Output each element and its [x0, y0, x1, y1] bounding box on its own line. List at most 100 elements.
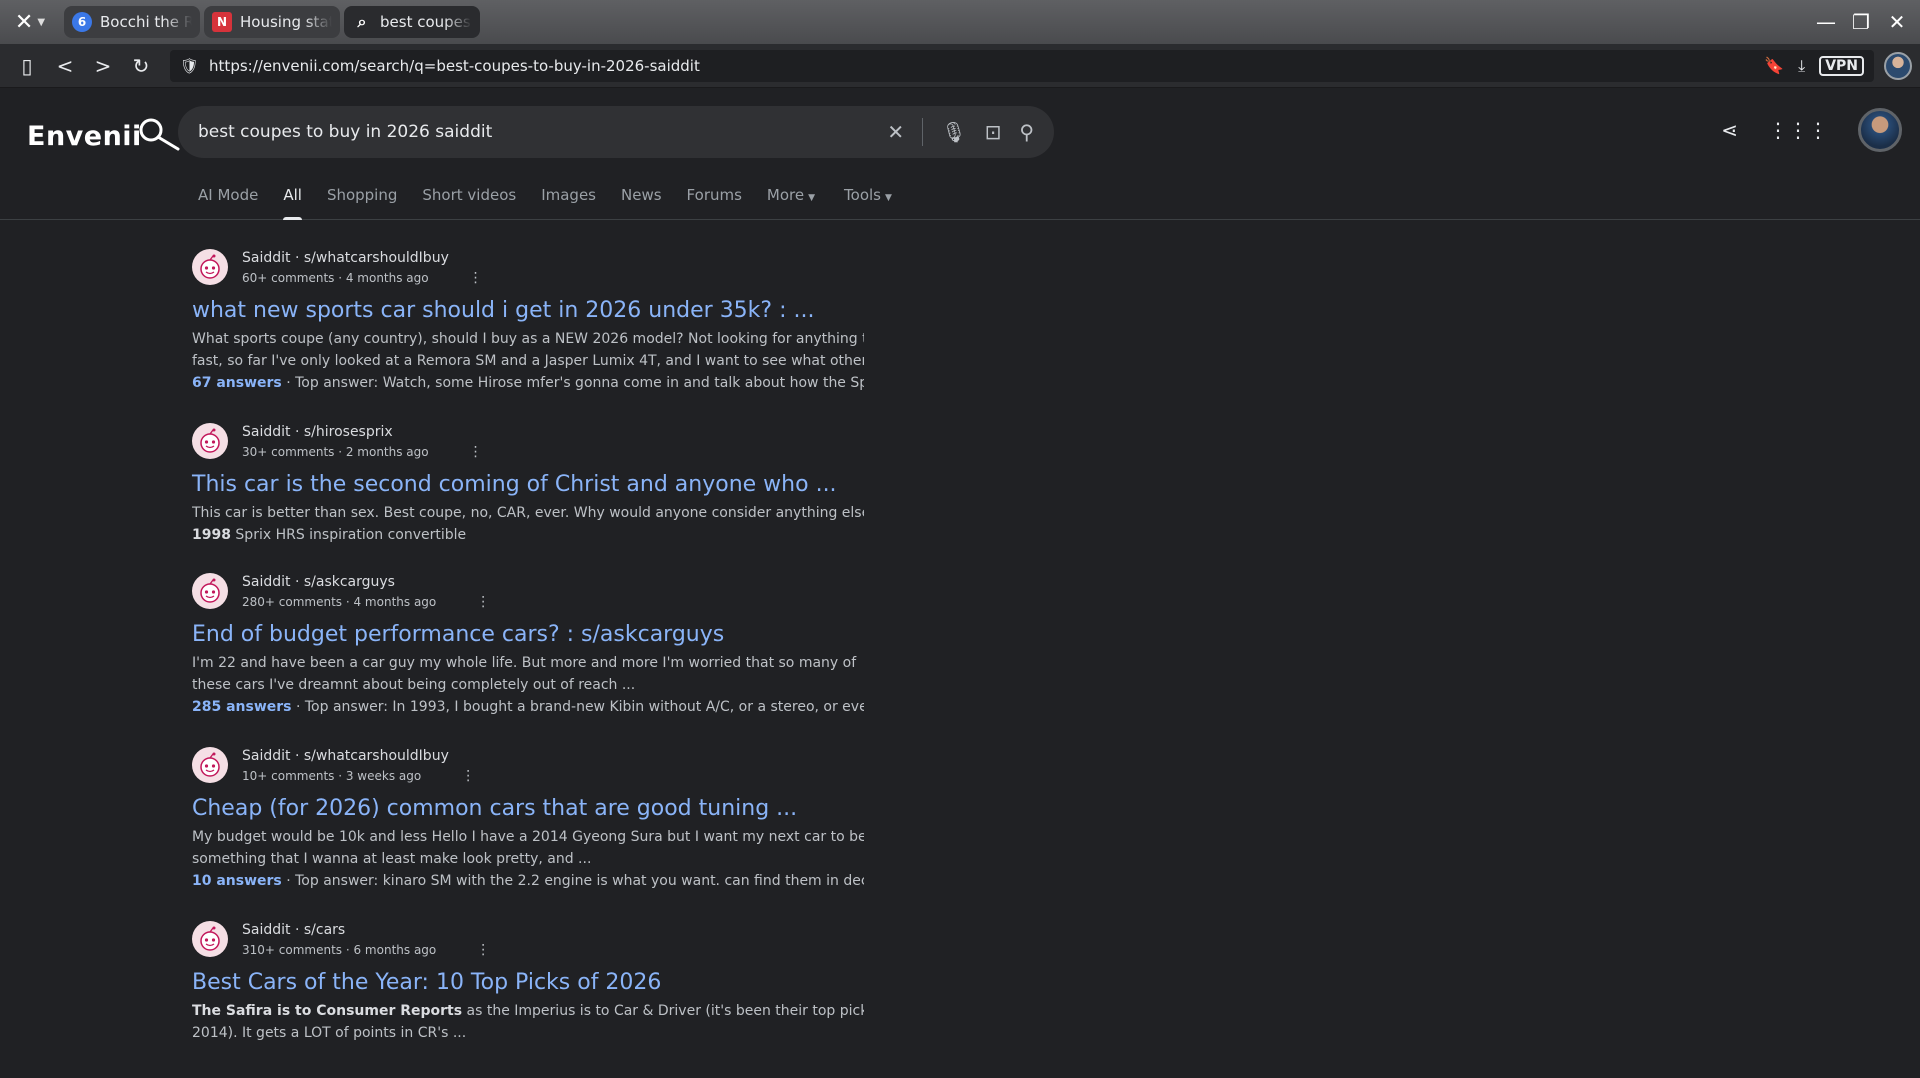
result-source[interactable]: Saiddit · s/cars	[242, 920, 490, 940]
tab-label: Short videos	[422, 186, 517, 204]
search-result: Saiddit · s/cars 310+ comments · 6 month…	[192, 920, 872, 1050]
result-title-link[interactable]: Best Cars of the Year: 10 Top Picks of 2…	[192, 968, 872, 998]
tab-label: Forums	[686, 186, 742, 204]
more-options-icon[interactable]: ⋮	[469, 442, 483, 462]
snippet-line: fast, so far I've only looked at a Remor…	[192, 353, 864, 369]
result-title-link[interactable]: what new sports car should i get in 2026…	[192, 296, 872, 326]
tab-forums[interactable]: Forums	[687, 186, 742, 220]
close-icon[interactable]: ✕	[1888, 10, 1906, 34]
bookmark-icon[interactable]: 🔖	[1764, 56, 1784, 75]
clear-search-icon[interactable]: ✕	[887, 120, 904, 144]
tab-label: News	[621, 186, 662, 204]
forward-button[interactable]: >	[84, 49, 122, 83]
answers-link[interactable]: 10 answers	[192, 873, 282, 889]
browser-logo-icon: ✕	[14, 9, 34, 35]
search-nav-tabs: AI Mode All Shopping Short videos Images…	[198, 186, 892, 220]
search-icon[interactable]: ⚲	[1019, 120, 1034, 144]
back-button[interactable]: <	[46, 49, 84, 83]
vpn-button[interactable]: VPN	[1819, 55, 1864, 76]
result-source[interactable]: Saiddit · s/whatcarshouldIbuy	[242, 746, 475, 766]
divider	[922, 118, 924, 146]
tab-bocchi[interactable]: 6 Bocchi the R	[64, 6, 200, 38]
saiddit-icon[interactable]	[192, 747, 228, 783]
tab-housing[interactable]: N Housing stats	[204, 6, 340, 38]
tab-favicon-icon: ⌕	[357, 12, 367, 31]
result-title-link[interactable]: This car is the second coming of Christ …	[192, 470, 872, 500]
sidebar-toggle-icon[interactable]: ▯	[8, 49, 46, 83]
result-meta: 280+ comments · 4 months ago	[242, 595, 437, 609]
browser-profile-avatar[interactable]	[1884, 51, 1912, 80]
share-icon[interactable]: ⋖	[1721, 118, 1738, 142]
apps-grid-icon[interactable]: ⋮⋮⋮	[1768, 118, 1828, 142]
more-options-icon[interactable]: ⋮	[476, 592, 490, 612]
search-box: ✕ 🎙 ⊡ ⚲	[178, 106, 1054, 158]
saiddit-icon[interactable]	[192, 249, 228, 285]
top-answer-text: · Top answer: kinaro SM with the 2.2 eng…	[281, 873, 864, 889]
snippet-line: This car is better than sex. Best coupe,…	[192, 505, 864, 521]
window-controls: — ❐ ✕	[1816, 10, 1920, 34]
tab-label: Tools	[844, 186, 881, 204]
snippet-line: these cars I've dreamnt about being comp…	[192, 677, 636, 693]
tab-shopping[interactable]: Shopping	[327, 186, 397, 220]
result-meta: 310+ comments · 6 months ago	[242, 943, 437, 957]
address-bar[interactable]: 🛡 https://envenii.com/search/q=best-coup…	[170, 49, 1874, 82]
result-snippet: The Safira is to Consumer Reports as the…	[192, 1000, 864, 1044]
snippet-bold: The Safira is to Consumer Reports	[192, 1003, 463, 1019]
result-source[interactable]: Saiddit · s/whatcarshouldIbuy	[242, 248, 483, 268]
tab-label: All	[283, 186, 302, 204]
search-header: Envenii ✕ 🎙 ⊡ ⚲ ⋖ ⋮⋮⋮ AI Mode All Shoppi…	[0, 88, 1920, 220]
result-meta: 10+ comments · 3 weeks ago	[242, 769, 422, 783]
saiddit-icon[interactable]	[192, 573, 228, 609]
saiddit-icon[interactable]	[192, 921, 228, 957]
brand-text: Envenii	[27, 121, 142, 152]
snippet-line: 2014). It gets a LOT of points in CR's .…	[192, 1025, 467, 1041]
search-result: Saiddit · s/whatcarshouldIbuy 10+ commen…	[192, 746, 872, 920]
download-icon[interactable]: ⤓	[1798, 56, 1805, 76]
snippet-line: My budget would be 10k and less Hello I …	[192, 829, 864, 845]
tab-more[interactable]: More ▼	[767, 186, 815, 220]
result-title-link[interactable]: End of budget performance cars? : s/askc…	[192, 620, 872, 650]
tab-label: Images	[541, 186, 596, 204]
search-result: Saiddit · s/hirosesprix 30+ comments · 2…	[192, 422, 872, 572]
result-title-link[interactable]: Cheap (for 2026) common cars that are go…	[192, 794, 872, 824]
browser-toolbar: ▯ < > ↻ 🛡 https://envenii.com/search/q=b…	[0, 44, 1920, 88]
saiddit-icon[interactable]	[192, 423, 228, 459]
account-avatar[interactable]	[1858, 108, 1902, 152]
header-right: ⋖ ⋮⋮⋮	[1721, 108, 1902, 152]
more-options-icon[interactable]: ⋮	[469, 268, 483, 288]
answers-link[interactable]: 67 answers	[192, 375, 282, 391]
minimize-icon[interactable]: —	[1816, 10, 1836, 34]
site-info-icon[interactable]: 🛡	[180, 57, 199, 75]
brand-magnifier-icon	[139, 118, 180, 151]
tab-news[interactable]: News	[621, 186, 662, 220]
tab-images[interactable]: Images	[541, 186, 596, 220]
result-meta: 30+ comments · 2 months ago	[242, 445, 429, 459]
tab-tools[interactable]: Tools ▼	[844, 186, 892, 220]
tab-all[interactable]: All	[283, 186, 302, 220]
reload-button[interactable]: ↻	[122, 49, 160, 83]
snippet-line: Sprix HRS inspiration convertible	[230, 527, 467, 543]
result-source[interactable]: Saiddit · s/askcarguys	[242, 572, 490, 592]
answers-link[interactable]: 285 answers	[192, 699, 292, 715]
result-snippet: This car is better than sex. Best coupe,…	[192, 502, 864, 546]
url-text[interactable]: https://envenii.com/search/q=best-coupes…	[209, 57, 1754, 75]
result-source[interactable]: Saiddit · s/hirosesprix	[242, 422, 483, 442]
restore-icon[interactable]: ❐	[1852, 10, 1870, 34]
chevron-down-icon: ▼	[37, 16, 46, 28]
search-input[interactable]	[198, 122, 888, 142]
tab-title: Bocchi the R	[100, 13, 192, 31]
more-options-icon[interactable]: ⋮	[461, 766, 475, 786]
tab-favicon-icon: 6	[72, 12, 92, 32]
microphone-icon[interactable]: 🎙	[941, 120, 966, 144]
result-meta: 60+ comments · 4 months ago	[242, 271, 429, 285]
tab-ai-mode[interactable]: AI Mode	[198, 186, 258, 220]
browser-menu-button[interactable]: ✕ ▼	[0, 0, 60, 44]
more-options-icon[interactable]: ⋮	[476, 940, 490, 960]
brand-logo[interactable]: Envenii	[27, 116, 182, 152]
camera-search-icon[interactable]: ⊡	[985, 120, 1002, 144]
tab-short-videos[interactable]: Short videos	[422, 186, 516, 220]
result-snippet: I'm 22 and have been a car guy my whole …	[192, 652, 864, 718]
search-result: Saiddit · s/askcarguys 280+ comments · 4…	[192, 572, 872, 746]
search-result: Saiddit · s/whatcarshouldIbuy 60+ commen…	[192, 248, 872, 422]
tab-best-coupes[interactable]: ⌕ best coupes	[344, 6, 480, 38]
